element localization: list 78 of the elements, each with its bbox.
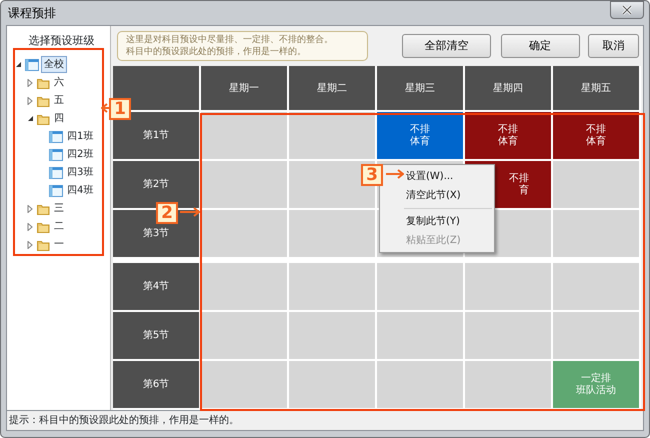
table-icon (49, 184, 63, 196)
tree-item[interactable]: 四3班 (65, 165, 96, 180)
callout-number: 2 (156, 202, 178, 224)
expand-icon[interactable] (27, 222, 33, 230)
tree-item[interactable]: 全校 (41, 56, 67, 73)
schedule-cell[interactable] (289, 161, 375, 208)
close-icon (622, 5, 632, 15)
schedule-cell[interactable] (465, 312, 551, 359)
close-button[interactable] (610, 1, 644, 19)
schedule-cell[interactable] (377, 312, 463, 359)
folder-icon (37, 94, 50, 106)
arrow-icon (180, 207, 200, 217)
folder-icon (37, 202, 50, 214)
expand-icon[interactable] (27, 204, 33, 212)
menu-item[interactable]: 复制此节(Y) (380, 212, 494, 231)
column-header: 星期二 (289, 66, 375, 110)
folder-icon (37, 220, 50, 232)
dialog-button[interactable]: 全部清空 (402, 34, 491, 58)
schedule-cell[interactable]: 不排 体育 (465, 112, 551, 159)
schedule-cell[interactable] (201, 361, 287, 408)
schedule-cell[interactable] (465, 263, 551, 310)
panel-title: 选择预设班级 (28, 33, 96, 49)
callout-number: 1 (109, 98, 131, 120)
window-title: 课程预排 (7, 5, 56, 22)
row-header: 第4节 (113, 263, 199, 310)
schedule-cell[interactable] (377, 361, 463, 408)
dialog-button[interactable]: 取消 (588, 34, 640, 58)
folder-icon (37, 76, 50, 88)
schedule-cell[interactable] (201, 263, 287, 310)
schedule-cell[interactable] (201, 161, 287, 208)
row-header: 第6节 (113, 361, 199, 408)
schedule-cell[interactable] (289, 312, 375, 359)
tree-item[interactable]: 四2班 (65, 147, 96, 162)
schedule-cell[interactable] (289, 210, 375, 257)
arrow-icon (101, 103, 109, 113)
schedule-cell[interactable] (377, 263, 463, 310)
tree-item[interactable]: 四 (52, 111, 66, 126)
collapse-icon[interactable] (14, 61, 22, 68)
table-icon (49, 130, 63, 142)
schedule-cell[interactable] (553, 263, 639, 310)
schedule-cell[interactable] (289, 361, 375, 408)
tree-item[interactable]: 五 (52, 93, 66, 108)
tree-item[interactable]: 六 (52, 75, 66, 90)
tree-item[interactable]: 四1班 (65, 129, 96, 144)
arrow-icon (386, 169, 404, 179)
column-header: 星期五 (553, 66, 639, 110)
collapse-icon[interactable] (26, 115, 34, 122)
schedule-cell[interactable] (289, 112, 375, 159)
tree-item[interactable]: 一 (52, 237, 66, 252)
column-header: 星期四 (465, 66, 551, 110)
row-header: 第5节 (113, 312, 199, 359)
table-icon (49, 166, 63, 178)
schedule-cell[interactable] (201, 112, 287, 159)
schedule-cell[interactable]: 不排 体育 (553, 112, 639, 159)
schedule-cell[interactable] (201, 312, 287, 359)
table-icon (49, 148, 63, 160)
schedule-cell[interactable]: 不排 体育 (377, 112, 463, 159)
schedule-cell[interactable] (553, 161, 639, 208)
schedule-cell[interactable] (201, 210, 287, 257)
status-text: 提示：科目中的预设跟此处的预排，作用是一样的。 (6, 411, 644, 431)
tree-item[interactable]: 二 (52, 219, 66, 234)
dialog-button[interactable]: 确定 (500, 34, 580, 58)
schedule-cell[interactable] (289, 263, 375, 310)
expand-icon[interactable] (27, 96, 33, 104)
tree-item[interactable]: 三 (52, 201, 66, 216)
expand-icon[interactable] (27, 78, 33, 86)
schedule-cell[interactable] (553, 312, 639, 359)
schedule-cell[interactable] (465, 361, 551, 408)
schedule-cell[interactable] (553, 210, 639, 257)
column-header: 星期一 (201, 66, 287, 110)
info-note: 这里是对科目预设中尽量排、一定排、不排的整合。 科目中的预设跟此处的预排，作用是一样的。 (117, 31, 368, 61)
table-icon (25, 58, 39, 70)
callout-number: 3 (361, 164, 383, 186)
tree-item[interactable]: 四4班 (65, 183, 96, 198)
column-header: 星期三 (377, 66, 463, 110)
expand-icon[interactable] (27, 240, 33, 248)
folder-icon (37, 112, 50, 124)
folder-icon (37, 238, 50, 250)
